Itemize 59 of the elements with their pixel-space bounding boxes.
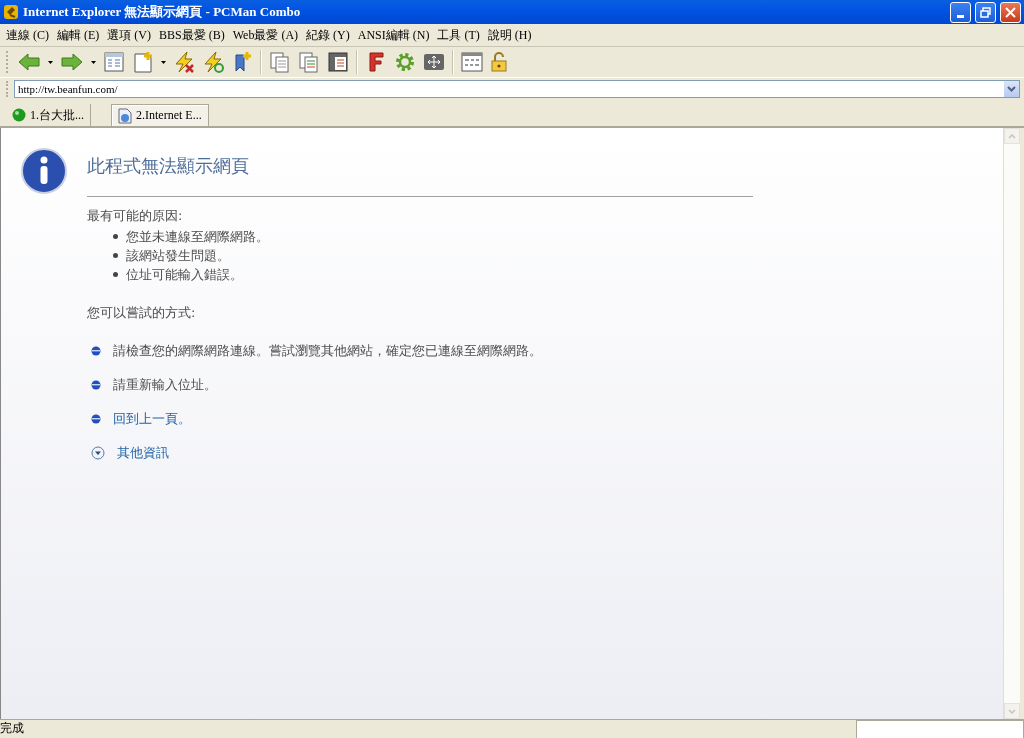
cause-text: 位址可能輸入錯誤。 [126,265,243,284]
close-icon [1005,6,1016,18]
error-heading: 此程式無法顯示網頁 [87,148,753,197]
tab[interactable]: 2.Internet E... [111,104,209,126]
gear-icon[interactable] [394,51,416,73]
menu-item[interactable]: 選項 (V) [103,26,155,44]
code-window-icon[interactable] [461,51,483,73]
caret-icon[interactable] [48,60,53,64]
menu-item[interactable]: 紀錄 (Y) [302,26,354,44]
paste-icon[interactable] [298,51,320,73]
menu-item[interactable]: 編輯 (E) [53,26,104,44]
web-page-icon [118,107,132,124]
suggestion-text: 請檢查您的網際網路連線。嘗試瀏覽其他網站，確定您已連線至網際網路。 [113,342,542,360]
new-page-icon[interactable] [132,51,154,73]
close-button[interactable] [1000,1,1021,23]
move-arrows-icon[interactable] [423,51,445,73]
caret-up-icon [1008,133,1016,139]
bullet-icon [113,234,118,239]
cause-text: 您並未連線至網際網路。 [126,227,269,246]
restore-icon [980,6,991,18]
tab[interactable]: 1.台大批... [6,104,91,126]
app-logo-icon [3,4,19,20]
suggestion-text: 請重新輸入位址。 [113,376,217,394]
menu-item[interactable]: BBS最愛 (B) [155,26,229,44]
bullet-icon [91,346,101,356]
right-arrow-icon[interactable] [60,52,84,72]
minimize-button[interactable] [950,1,971,23]
menu-item[interactable]: ANSI編輯 (N) [353,26,434,44]
chevron-down-icon [1007,86,1016,92]
minimize-icon [957,14,964,18]
restore-button[interactable] [975,1,996,23]
expand-icon[interactable] [91,446,105,460]
connection-dot-icon [12,108,26,122]
causes-label: 最有可能的原因: [87,207,184,225]
left-arrow-icon[interactable] [17,52,41,72]
link[interactable]: 回到上一頁。 [113,410,191,428]
lightning-cross-icon[interactable] [173,51,195,73]
menu-item[interactable]: Web最愛 (A) [228,26,303,44]
lightning-refresh-icon[interactable] [202,51,224,73]
bullet-icon [113,272,118,277]
dropdown-button[interactable] [1004,81,1019,97]
menu-item[interactable]: 連線 (C) [2,26,53,44]
bullet-icon [91,380,101,390]
cause-text: 該網站發生問題。 [126,246,230,265]
caret-icon[interactable] [91,60,96,64]
link[interactable]: 其他資訊 [117,444,169,462]
info-icon [21,148,67,194]
copy-icon[interactable] [269,51,291,73]
caret-icon[interactable] [161,60,166,64]
window-list-icon[interactable] [327,51,349,73]
menu-item[interactable]: 說明 (H) [483,26,536,44]
padlock-icon[interactable] [490,51,508,73]
bullet-icon [91,414,101,424]
caret-down-icon [1008,708,1016,714]
status-text: 完成 [0,720,25,737]
bullet-icon [113,253,118,258]
window-title: Internet Explorer 無法顯示網頁 - PCMan Combo [23,3,302,21]
menu-item[interactable]: 工具 (T) [433,26,484,44]
suggestions-label: 您可以嘗試的方式: [87,304,197,322]
